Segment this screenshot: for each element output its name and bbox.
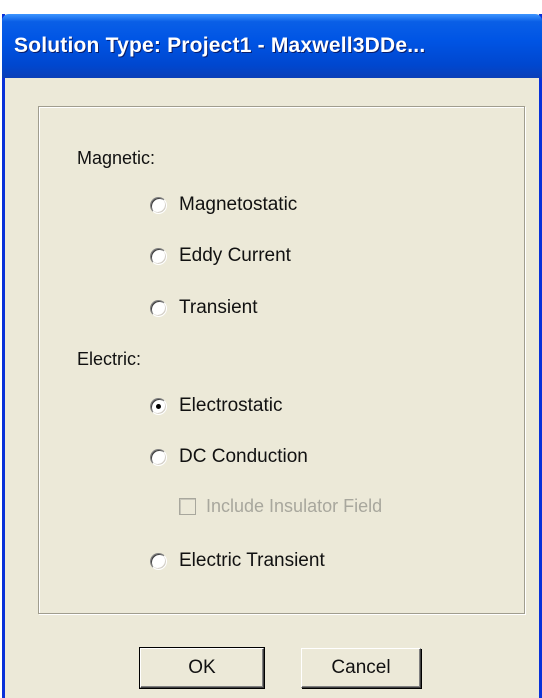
radio-magnetostatic-button[interactable] [150,196,167,214]
radio-magnetostatic[interactable]: Magnetostatic [150,194,297,216]
radio-electric-transient[interactable]: Electric Transient [150,550,325,572]
electric-section-label: Electric: [77,349,142,369]
include-insulator-field-label: Include Insulator Field [206,496,383,516]
radio-electric-transient-label: Electric Transient [179,550,325,571]
dialog-title: Solution Type: Project1 - Maxwell3DDe... [2,14,542,78]
magnetic-section-label: Magnetic: [77,148,156,168]
solution-type-dialog: Solution Type: Project1 - Maxwell3DDe...… [2,14,542,698]
radio-dc-conduction-button[interactable] [150,448,167,466]
radio-dc-conduction-label: DC Conduction [179,446,308,467]
cancel-button[interactable]: Cancel [301,648,421,688]
radio-electrostatic-button[interactable] [150,397,167,415]
radio-transient-button[interactable] [150,299,167,317]
radio-transient[interactable]: Transient [150,297,258,319]
radio-electrostatic[interactable]: Electrostatic [150,395,282,417]
radio-electric-transient-button[interactable] [150,552,167,570]
radio-magnetostatic-label: Magnetostatic [179,194,298,215]
radio-dc-conduction[interactable]: DC Conduction [150,446,308,468]
radio-eddy-current[interactable]: Eddy Current [150,245,291,267]
radio-transient-label: Transient [179,297,258,318]
radio-electrostatic-label: Electrostatic [179,395,283,416]
radio-eddy-current-label: Eddy Current [179,245,291,266]
include-insulator-field-checkbox[interactable]: Include Insulator Field [179,496,382,517]
ok-button[interactable]: OK [139,647,265,689]
radio-eddy-current-button[interactable] [150,247,167,265]
include-insulator-field-box[interactable] [179,498,196,515]
